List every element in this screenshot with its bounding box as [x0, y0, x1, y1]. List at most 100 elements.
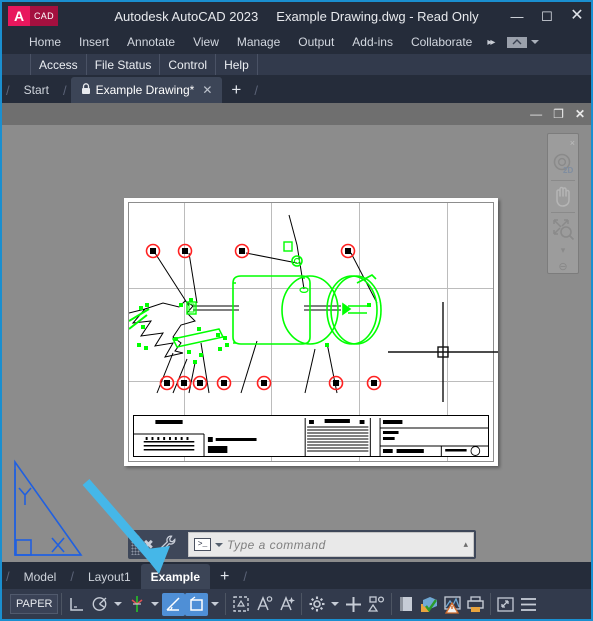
- ribbon-tab-home[interactable]: Home: [20, 30, 70, 54]
- snap-mode-icon[interactable]: [88, 593, 111, 616]
- command-input-wrapper[interactable]: >_ Type a command ▴: [188, 532, 474, 557]
- close-icon[interactable]: ✕: [202, 83, 212, 97]
- steering-wheel-2d-icon[interactable]: 2D: [549, 150, 577, 178]
- command-line-zone: ✖ >_ Type a command ▴: [2, 527, 591, 562]
- isolate-objects-icon[interactable]: [342, 593, 365, 616]
- layout-tab-example-label: Example: [150, 569, 200, 584]
- file-tab-example-drawing-label: Example Drawing*: [95, 83, 195, 97]
- sheet-viewport[interactable]: [128, 202, 494, 462]
- navbar-close-icon[interactable]: ×: [570, 138, 575, 148]
- autocad-window: A CAD Autodesk AutoCAD 2023 Example Draw…: [0, 0, 593, 621]
- chevron-down-icon: [531, 40, 540, 44]
- navbar-minimize-icon[interactable]: ⊖: [558, 260, 567, 273]
- layout-tab-bar: / Model / Layout1 Example + /: [2, 562, 591, 589]
- close-icon[interactable]: ✕: [575, 108, 585, 120]
- ribbon-tab-bar: Home Insert Annotate View Manage Output …: [2, 30, 591, 54]
- grid-display-icon[interactable]: [65, 593, 88, 616]
- ribbon-overflow-icon[interactable]: ▸▸: [487, 37, 495, 48]
- status-divider: [490, 593, 492, 615]
- navbar-divider: [551, 179, 575, 181]
- minimize-icon[interactable]: —: [530, 108, 542, 120]
- command-history-caret-icon[interactable]: [215, 542, 223, 547]
- status-divider: [391, 593, 393, 615]
- close-icon[interactable]: ✕: [569, 8, 585, 24]
- customization-menu-icon[interactable]: [517, 593, 540, 616]
- menu-item-access[interactable]: Access: [30, 54, 87, 75]
- object-snap-icon[interactable]: [185, 592, 209, 616]
- navbar-divider: [551, 212, 575, 214]
- ribbon-tab-manage[interactable]: Manage: [228, 30, 289, 54]
- new-layout-button[interactable]: +: [210, 568, 239, 589]
- menu-item-control[interactable]: Control: [160, 54, 217, 75]
- ribbon-tab-view[interactable]: View: [184, 30, 228, 54]
- status-divider: [301, 593, 303, 615]
- minimize-icon[interactable]: —: [509, 10, 525, 23]
- viewport-lock-icon[interactable]: [395, 593, 418, 616]
- command-prompt-icon: >_: [194, 538, 211, 551]
- title-block-content: [134, 418, 488, 456]
- menu-item-help[interactable]: Help: [216, 54, 258, 75]
- tab-divider: /: [70, 569, 74, 584]
- file-tab-start-label: Start: [23, 83, 49, 97]
- layout-tab-layout1[interactable]: Layout1: [78, 564, 141, 589]
- performance-warning-icon[interactable]: [441, 593, 464, 616]
- layout-tab-example[interactable]: Example: [140, 564, 210, 589]
- tab-divider: /: [6, 569, 10, 584]
- status-bar: PAPER: [2, 589, 591, 619]
- menu-item-file-status[interactable]: File Status: [87, 54, 161, 75]
- snap-mode-caret-icon[interactable]: [114, 602, 123, 606]
- secondary-menu-bar: Access File Status Control Help: [2, 54, 591, 75]
- hardware-acceleration-icon[interactable]: [418, 593, 441, 616]
- customize-icon[interactable]: ✖: [140, 537, 157, 553]
- command-input[interactable]: Type a command: [227, 538, 326, 552]
- ribbon-tab-collaborate[interactable]: Collaborate: [402, 30, 481, 54]
- tab-divider: /: [254, 83, 258, 98]
- layout-tab-layout1-label: Layout1: [87, 569, 131, 584]
- document-window-controls: — ❐ ✕: [530, 103, 585, 125]
- command-expand-caret-icon[interactable]: ▴: [463, 539, 468, 550]
- ribbon-tab-addins[interactable]: Add-ins: [343, 30, 402, 54]
- clean-screen-icon[interactable]: [494, 593, 517, 616]
- ribbon-tab-output[interactable]: Output: [289, 30, 343, 54]
- title-bar: A CAD Autodesk AutoCAD 2023 Example Draw…: [2, 2, 591, 30]
- autocad-logo: A CAD: [8, 6, 58, 26]
- document-title: Example Drawing.dwg - Read Only: [276, 8, 479, 24]
- file-tab-bar: / Start / Example Drawing* ✕ + /: [2, 75, 591, 103]
- auto-scale-annotation-icon[interactable]: [275, 593, 298, 616]
- object-snap-caret-icon[interactable]: [211, 602, 220, 606]
- drawing-document-window: — ❐ ✕ × 2D ▾ ⊖: [2, 103, 591, 527]
- layout-tab-model-label: Model: [23, 569, 57, 584]
- status-divider: [225, 593, 227, 615]
- annotation-visibility-icon[interactable]: [252, 593, 275, 616]
- command-line-drag-grip[interactable]: [131, 534, 140, 555]
- status-divider: [61, 593, 63, 615]
- object-snap-tracking-icon[interactable]: [162, 592, 186, 616]
- workspace-switching-icon[interactable]: [365, 593, 388, 616]
- ortho-tracking-caret-icon[interactable]: [151, 602, 160, 606]
- navigation-bar: × 2D ▾ ⊖: [547, 133, 579, 274]
- file-tab-start[interactable]: Start: [14, 77, 59, 103]
- model-paper-space-toggle[interactable]: PAPER: [10, 594, 59, 614]
- lock-icon: [81, 82, 91, 98]
- annotation-scale-caret-icon[interactable]: [331, 602, 340, 606]
- window-title: Autodesk AutoCAD 2023 Example Drawing.dw…: [2, 9, 591, 24]
- logo-a-mark: A: [8, 6, 30, 26]
- zoom-extents-icon[interactable]: [549, 215, 577, 243]
- annotation-scale-gear-icon[interactable]: [305, 593, 328, 616]
- ribbon-tab-insert[interactable]: Insert: [70, 30, 118, 54]
- maximize-icon[interactable]: ☐: [539, 10, 555, 23]
- new-file-tab-button[interactable]: +: [222, 80, 250, 103]
- wrench-icon[interactable]: [157, 535, 179, 554]
- selection-cycling-icon[interactable]: [229, 593, 252, 616]
- layout-tab-model[interactable]: Model: [14, 564, 67, 589]
- ortho-polar-tracking-icon[interactable]: [125, 593, 148, 616]
- ribbon-tab-annotate[interactable]: Annotate: [118, 30, 184, 54]
- navbar-expand-caret-icon[interactable]: ▾: [561, 245, 566, 256]
- ribbon-minimize-icon: [507, 36, 528, 48]
- pan-hand-icon[interactable]: [549, 183, 577, 211]
- window-controls: — ☐ ✕: [509, 2, 585, 30]
- restore-icon[interactable]: ❐: [553, 108, 564, 120]
- ribbon-minimize-button[interactable]: [507, 36, 540, 48]
- file-tab-example-drawing[interactable]: Example Drawing* ✕: [70, 77, 223, 103]
- plot-print-icon[interactable]: [464, 593, 487, 616]
